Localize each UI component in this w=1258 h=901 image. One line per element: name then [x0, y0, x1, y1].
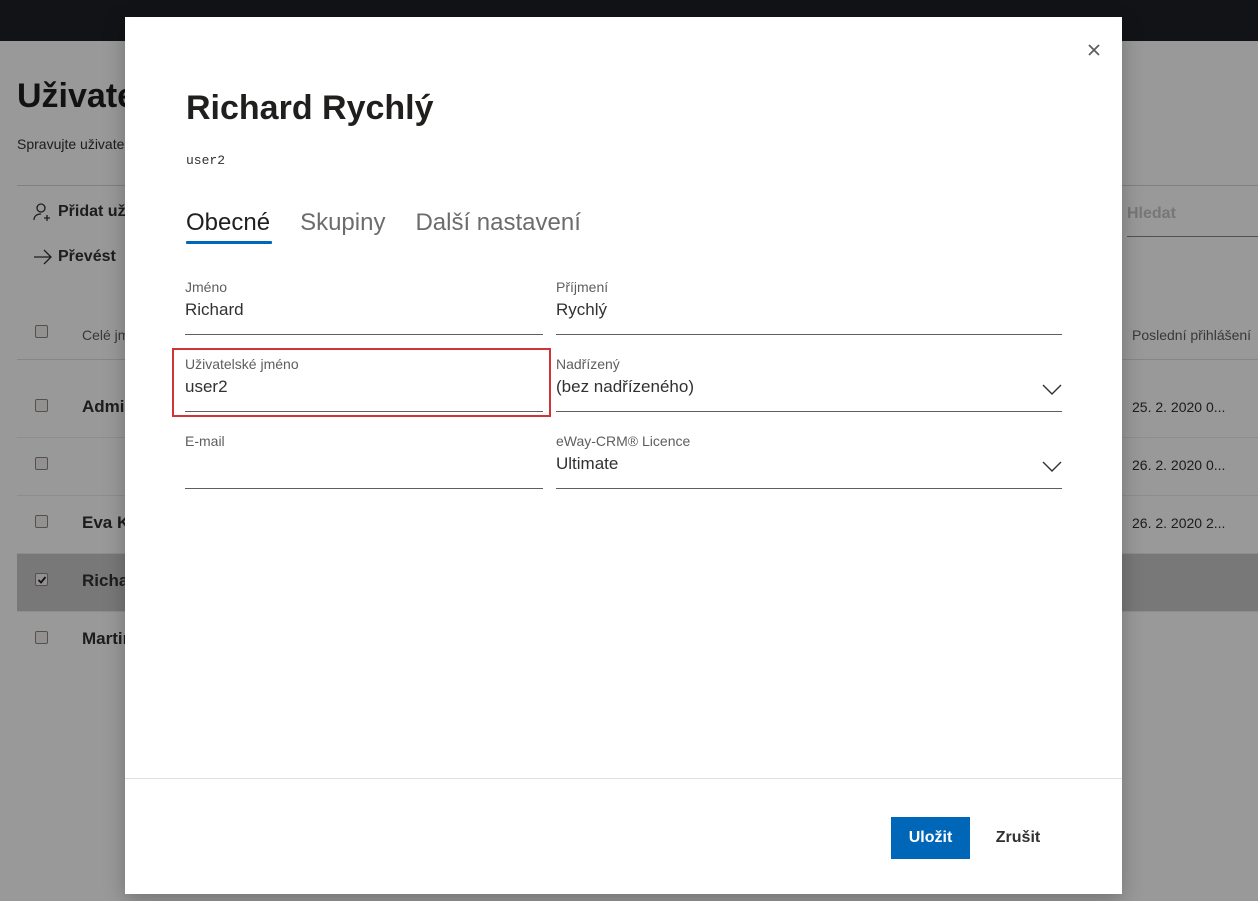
dialog-title: Richard Rychlý	[186, 89, 434, 127]
first-name-field[interactable]: Jméno Richard	[185, 279, 543, 335]
footer-divider	[125, 778, 1122, 779]
email-field[interactable]: E-mail	[185, 433, 543, 489]
supervisor-label: Nadřízený	[556, 356, 620, 372]
last-name-label: Příjmení	[556, 279, 609, 295]
supervisor-dropdown[interactable]: Nadřízený (bez nadřízeného)	[556, 356, 1062, 412]
supervisor-value: (bez nadřízeného)	[556, 377, 694, 396]
tab-other-settings[interactable]: Další nastavení	[415, 209, 580, 249]
close-button[interactable]	[1083, 39, 1105, 61]
tab-list: Obecné Skupiny Další nastavení	[186, 209, 581, 249]
license-label: eWay-CRM® Licence	[556, 433, 691, 449]
close-icon	[1088, 44, 1100, 56]
tab-general[interactable]: Obecné	[186, 209, 273, 249]
first-name-label: Jméno	[185, 279, 228, 295]
license-value: Ultimate	[556, 454, 619, 473]
last-name-value: Rychlý	[556, 300, 608, 319]
cancel-button[interactable]: Zrušit	[982, 817, 1054, 859]
username-label: Uživatelské jméno	[185, 356, 299, 372]
chevron-down-icon	[1042, 384, 1062, 395]
edit-user-dialog: Richard Rychlý user2 Obecné Skupiny Dalš…	[125, 17, 1122, 894]
username-value: user2	[185, 377, 228, 396]
save-button[interactable]: Uložit	[891, 817, 970, 859]
tab-groups[interactable]: Skupiny	[300, 209, 385, 249]
chevron-down-icon	[1042, 461, 1062, 472]
email-label: E-mail	[185, 433, 225, 449]
dialog-subtitle: user2	[186, 153, 226, 168]
username-field[interactable]: Uživatelské jméno user2	[185, 356, 543, 412]
license-dropdown[interactable]: eWay-CRM® Licence Ultimate	[556, 433, 1062, 489]
last-name-field[interactable]: Příjmení Rychlý	[556, 279, 1062, 335]
first-name-value: Richard	[185, 300, 244, 319]
